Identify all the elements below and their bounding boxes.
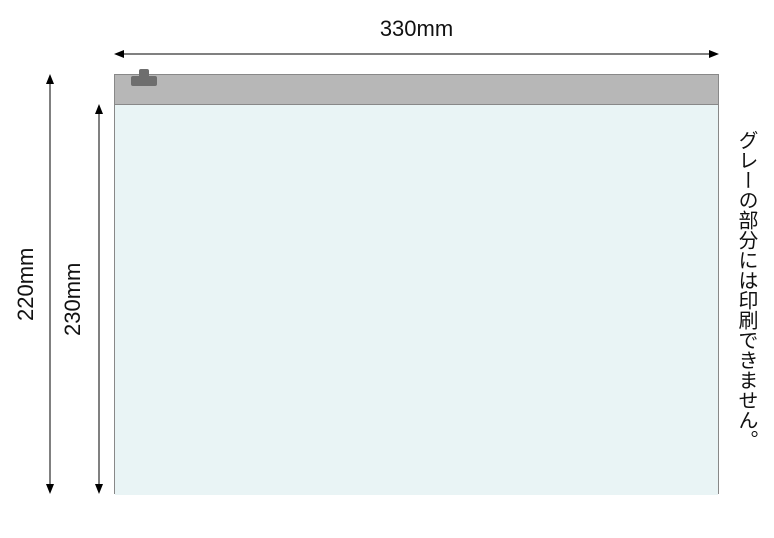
diagram-container: 330mm 230mm 220mm グレーの部分には印刷できません。: [0, 0, 774, 538]
pouch-body: [115, 105, 718, 495]
outer-height-dimension-label: 220mm: [13, 74, 39, 494]
outer-height-dimension-line: [44, 74, 56, 494]
inner-height-dimension-label: 230mm: [60, 104, 86, 494]
pouch-outline: [114, 74, 719, 494]
zipper-track: [115, 75, 718, 105]
inner-height-dimension-line: [93, 104, 105, 494]
zipper-slider: [131, 76, 157, 86]
width-dimension-label: 330mm: [114, 16, 719, 42]
gray-area-note: グレーの部分には印刷できません。: [732, 130, 758, 450]
width-dimension-line: [114, 48, 719, 60]
